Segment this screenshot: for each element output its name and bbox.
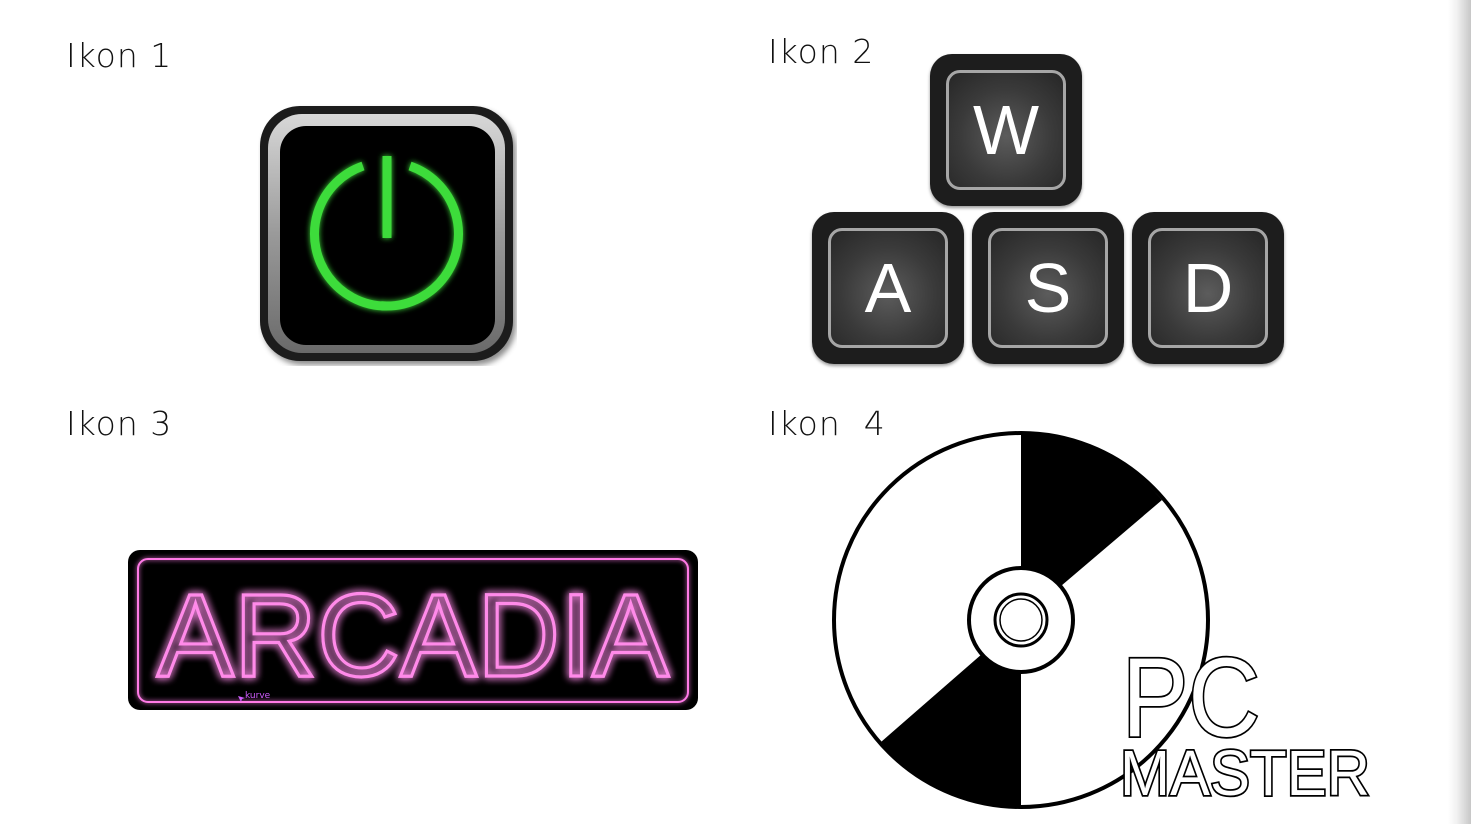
- key-d-label: D: [1148, 228, 1268, 348]
- power-icon: [258, 104, 517, 366]
- key-a-label: A: [828, 228, 948, 348]
- key-w-label: W: [946, 70, 1066, 190]
- key-a: A: [812, 212, 964, 364]
- master-text: MASTER: [1120, 737, 1370, 809]
- kurve-label: kurve: [245, 691, 271, 701]
- key-s-label: S: [988, 228, 1108, 348]
- key-w: W: [930, 54, 1082, 206]
- pc-master-logo: PC MASTER: [1118, 633, 1372, 810]
- wasd-keys: W A S D: [810, 52, 1286, 368]
- label-ikon-1: Ikon 1: [66, 36, 173, 75]
- arcadia-text: ARCADIA: [157, 570, 669, 702]
- page-edge-shadow: [1448, 0, 1471, 824]
- key-s: S: [972, 212, 1124, 364]
- arcadia-neon-sign: ARCADIA kurve: [128, 550, 698, 710]
- key-d: D: [1132, 212, 1284, 364]
- label-ikon-3: Ikon 3: [66, 404, 173, 443]
